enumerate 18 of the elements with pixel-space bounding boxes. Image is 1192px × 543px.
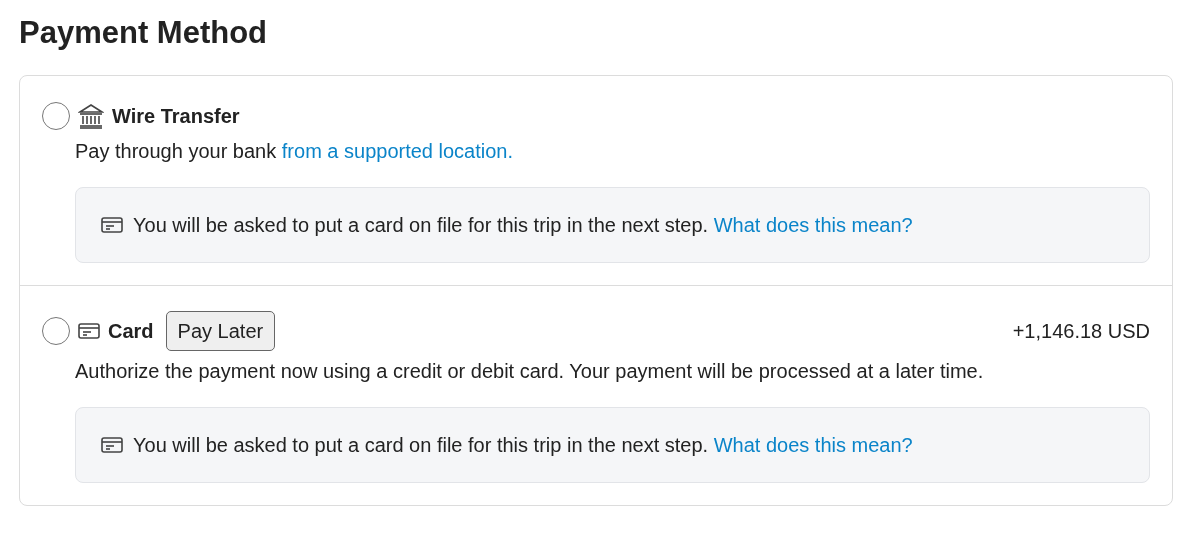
notice-text: You will be asked to put a card on file for this trip in the next step. What does this mean? bbox=[133, 433, 913, 459]
location-link[interactable]: from a supported location. bbox=[281, 140, 514, 163]
option-description: Authorize the payment now using a credit or debit card. Your payment will be processed at a later time. bbox=[75, 359, 985, 385]
card-icon bbox=[101, 216, 123, 235]
help-link[interactable]: What does this mean? bbox=[713, 434, 913, 457]
help-link[interactable]: What does this mean? bbox=[713, 214, 913, 237]
option-description: Pay through your bank from a supported location. bbox=[75, 139, 515, 165]
section-title: Payment Method bbox=[19, 14, 269, 52]
option-label: Wire Transfer bbox=[112, 104, 240, 130]
bank-icon bbox=[78, 103, 104, 130]
notice-text: You will be asked to put a card on file for this trip in the next step. What does this mean? bbox=[133, 213, 913, 239]
radio-button[interactable] bbox=[42, 317, 70, 346]
amount-text: +1,146.18 USD bbox=[1012, 319, 1150, 345]
radio-button[interactable] bbox=[42, 102, 70, 131]
card-icon bbox=[78, 322, 100, 341]
pay-later-tag: Pay Later bbox=[165, 311, 276, 352]
card-icon bbox=[101, 436, 123, 455]
option-label: Card bbox=[108, 319, 154, 345]
